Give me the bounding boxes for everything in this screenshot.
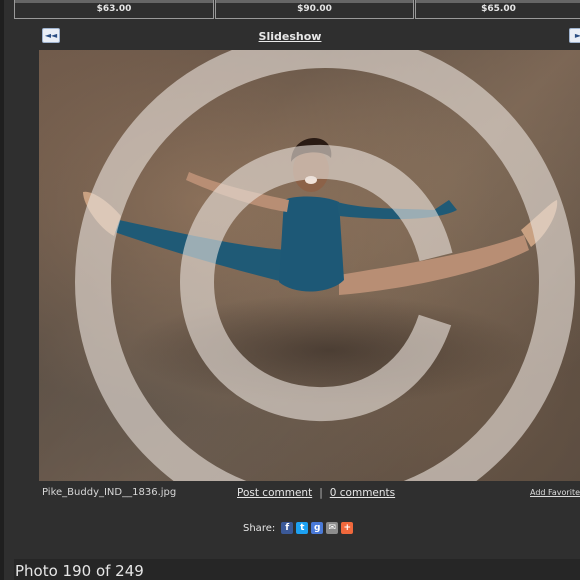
google-plus-icon[interactable]: g xyxy=(311,522,324,534)
main-photo[interactable] xyxy=(39,50,580,481)
photo-filename: Pike_Buddy_IND__1836.jpg xyxy=(42,487,177,498)
separator: | xyxy=(319,487,323,499)
twitter-icon[interactable]: t xyxy=(296,522,309,534)
facebook-icon[interactable]: f xyxy=(281,522,294,534)
slideshow-link[interactable]: Slideshow xyxy=(0,30,580,43)
price-strip: $63.00 $90.00 $65.00 xyxy=(14,0,580,20)
photo-viewer-page: $63.00 $90.00 $65.00 ◄◄ Slideshow ► Pike… xyxy=(0,0,580,580)
forward-icon: ► xyxy=(574,31,580,40)
share-label: Share: xyxy=(243,522,276,534)
price-cell[interactable]: $65.00 xyxy=(415,0,580,19)
next-photo-button[interactable]: ► xyxy=(569,28,580,43)
price-cell[interactable]: $63.00 xyxy=(14,0,214,19)
more-share-icon[interactable]: + xyxy=(341,522,354,534)
footer-bar: Photo 190 of 249 xyxy=(14,559,580,580)
photo-illustration xyxy=(75,50,575,481)
photo-count: Photo 190 of 249 xyxy=(15,562,144,580)
share-bar: Share: f t g ✉ + xyxy=(243,521,354,535)
photo-nav: ◄◄ Slideshow ► xyxy=(0,28,580,46)
left-rail xyxy=(0,0,4,580)
price-cell[interactable]: $90.00 xyxy=(215,0,414,19)
comments-count-link[interactable]: 0 comments xyxy=(330,487,395,499)
add-favorite-link[interactable]: Add Favorite xyxy=(530,488,580,497)
post-comment-link[interactable]: Post comment xyxy=(237,487,312,499)
comment-links: Post comment | 0 comments xyxy=(237,487,395,499)
email-icon[interactable]: ✉ xyxy=(326,522,339,534)
